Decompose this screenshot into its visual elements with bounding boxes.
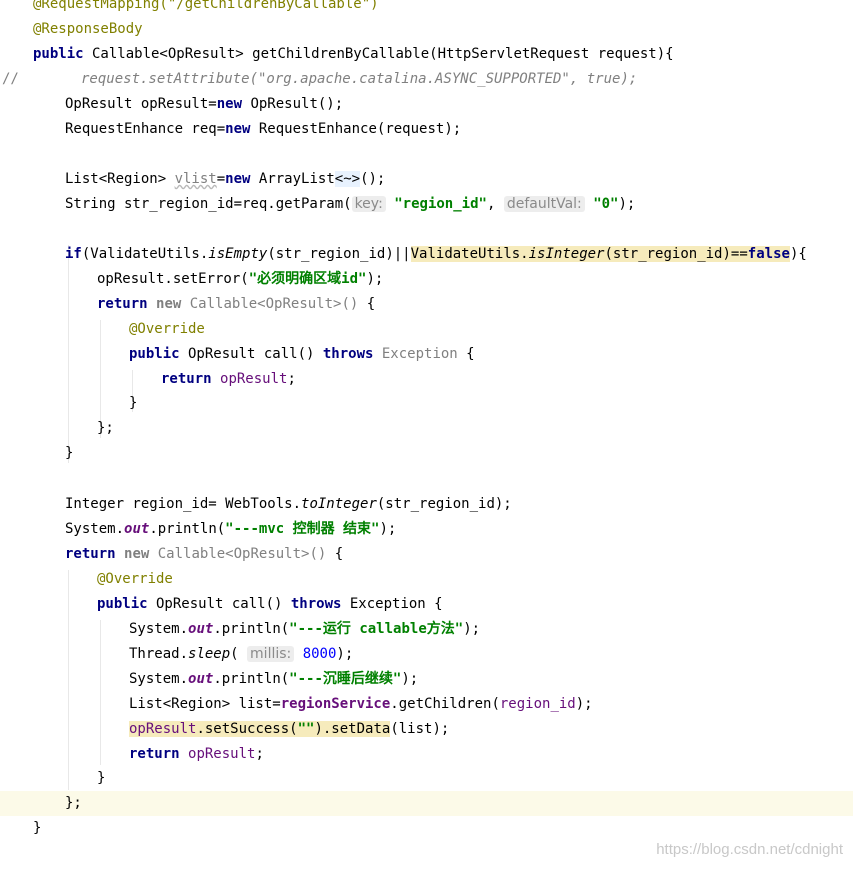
code-line[interactable]: @RequestMapping("/getChildrenByCallable"… xyxy=(0,0,853,17)
code-line[interactable]: public Callable<OpResult> getChildrenByC… xyxy=(0,42,853,67)
highlighted-expression[interactable]: opResult.setSuccess("").setData xyxy=(129,721,391,737)
code-line[interactable]: return new Callable<OpResult>() { xyxy=(0,542,853,567)
highlighted-expression[interactable]: ValidateUtils.isInteger(str_region_id)==… xyxy=(410,246,790,262)
code-line[interactable]: return opResult; xyxy=(0,367,853,392)
code-line[interactable]: public OpResult call() throws Exception … xyxy=(0,342,853,367)
watermark: https://blog.csdn.net/cdnight xyxy=(656,841,843,858)
code-line[interactable]: return new Callable<OpResult>() { xyxy=(0,292,853,317)
code-line[interactable]: if(ValidateUtils.isEmpty(str_region_id)|… xyxy=(0,242,853,267)
code-line[interactable]: opResult.setError("必须明确区域id"); xyxy=(0,267,853,292)
code-line[interactable]: String str_region_id=req.getParam(key: "… xyxy=(0,192,853,217)
code-line[interactable]: Thread.sleep( millis: 8000); xyxy=(0,642,853,667)
code-line[interactable]: } xyxy=(0,391,853,416)
parameter-hint: key: xyxy=(351,196,386,212)
code-line[interactable]: public OpResult call() throws Exception … xyxy=(0,592,853,617)
code-line[interactable]: @Override xyxy=(0,567,853,592)
folded-diamond[interactable]: <~> xyxy=(334,171,361,187)
code-line[interactable]: List<Region> list=regionService.getChild… xyxy=(0,692,853,717)
code-line[interactable]: } xyxy=(0,441,853,466)
code-line[interactable]: } xyxy=(0,766,853,791)
code-line[interactable]: opResult.setSuccess("").setData(list); xyxy=(0,717,853,742)
parameter-hint: millis: xyxy=(247,646,295,662)
code-line[interactable]: System.out.println("---运行 callable方法"); xyxy=(0,617,853,642)
code-line[interactable]: System.out.println("---mvc 控制器 结束"); xyxy=(0,517,853,542)
code-line[interactable]: System.out.println("---沉睡后继续"); xyxy=(0,667,853,692)
unused-variable-warning[interactable]: vlist xyxy=(175,171,217,187)
code-line[interactable]: @ResponseBody xyxy=(0,17,853,42)
code-line[interactable]: List<Region> vlist=new ArrayList<~>(); xyxy=(0,167,853,192)
code-line[interactable]: Integer region_id= WebTools.toInteger(st… xyxy=(0,492,853,517)
code-editor[interactable]: @RequestMapping("/getChildrenByCallable"… xyxy=(0,0,853,866)
current-line[interactable]: }; xyxy=(0,791,853,816)
line-comment-marker: // xyxy=(2,71,19,87)
code-line[interactable]: // request.setAttribute("org.apache.cata… xyxy=(0,67,853,92)
code-line[interactable]: return opResult; xyxy=(0,742,853,767)
code-line[interactable]: } xyxy=(0,816,853,841)
code-line[interactable]: }; xyxy=(0,416,853,441)
code-line[interactable]: OpResult opResult=new OpResult(); xyxy=(0,92,853,117)
code-line[interactable]: @Override xyxy=(0,317,853,342)
code-line[interactable]: RequestEnhance req=new RequestEnhance(re… xyxy=(0,117,853,142)
parameter-hint: defaultVal: xyxy=(503,196,585,212)
